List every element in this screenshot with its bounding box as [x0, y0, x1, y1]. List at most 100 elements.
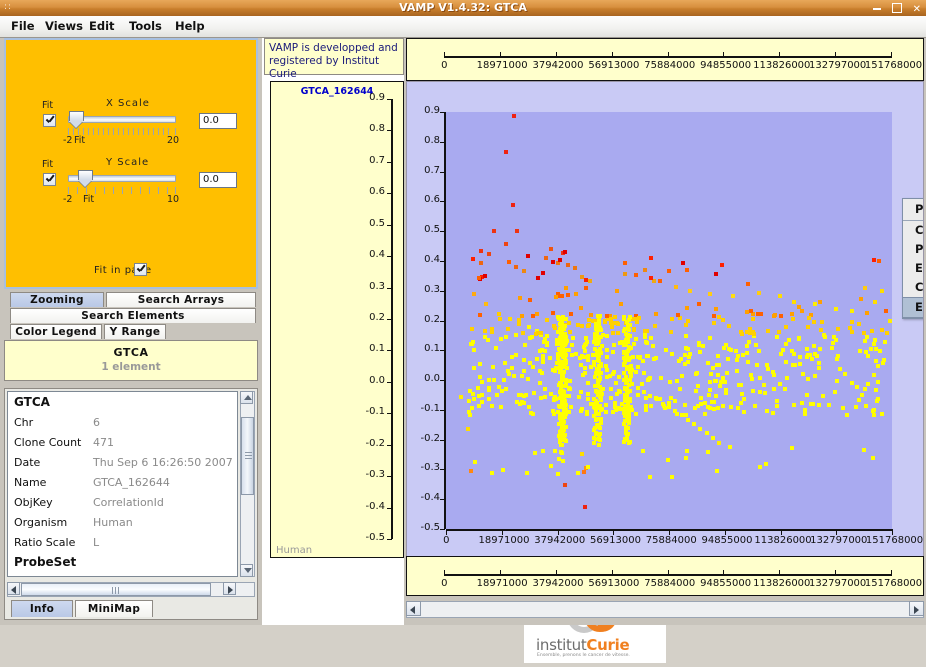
x-fit-checkbox[interactable]	[43, 114, 56, 127]
scatter-point[interactable]	[493, 345, 498, 350]
scatter-point[interactable]	[609, 396, 614, 401]
scatter-point[interactable]	[714, 393, 719, 398]
scatter-point[interactable]	[596, 443, 601, 448]
scatter-point[interactable]	[844, 412, 849, 417]
scatter-point[interactable]	[570, 352, 575, 357]
scatter-point[interactable]	[583, 286, 588, 291]
scatter-point[interactable]	[785, 376, 790, 381]
scatter-point[interactable]	[750, 330, 755, 335]
scatter-point[interactable]	[636, 393, 641, 398]
scatter-point[interactable]	[482, 273, 487, 278]
scatter-point[interactable]	[643, 332, 648, 337]
scroll-left-button[interactable]	[7, 582, 20, 595]
scatter-point[interactable]	[526, 253, 531, 258]
scatter-point[interactable]	[817, 403, 822, 408]
scatter-point[interactable]	[692, 405, 697, 410]
scatter-point[interactable]	[557, 258, 562, 263]
scatter-point[interactable]	[715, 406, 720, 411]
scatter-point[interactable]	[628, 333, 633, 338]
scatter-point[interactable]	[527, 324, 532, 329]
scatter-point[interactable]	[817, 300, 822, 305]
scatter-point[interactable]	[586, 391, 591, 396]
scatter-point[interactable]	[644, 408, 649, 413]
scatter-point[interactable]	[612, 404, 617, 409]
scatter-point[interactable]	[563, 414, 568, 419]
scatter-point[interactable]	[634, 273, 639, 278]
scatter-point[interactable]	[628, 405, 633, 410]
scatter-point[interactable]	[800, 371, 805, 376]
scatter-point[interactable]	[880, 288, 885, 293]
x-scale-slider[interactable]	[68, 116, 176, 123]
scatter-point[interactable]	[709, 371, 714, 376]
scatter-point[interactable]	[874, 387, 878, 392]
info-vertical-scrollbar[interactable]	[240, 391, 255, 577]
scatter-point[interactable]	[496, 311, 501, 316]
scatter-point[interactable]	[804, 346, 809, 351]
scatter-point[interactable]	[594, 335, 599, 340]
scatter-point[interactable]	[543, 395, 548, 400]
scatter-point[interactable]	[735, 406, 740, 411]
scatter-point[interactable]	[576, 322, 581, 327]
scatter-point[interactable]	[686, 355, 691, 360]
scatter-point[interactable]	[566, 321, 571, 326]
scatter-point[interactable]	[587, 278, 592, 283]
scatter-point[interactable]	[555, 472, 560, 477]
scatter-point[interactable]	[878, 348, 883, 353]
scatter-point[interactable]	[642, 371, 647, 376]
scatter-point[interactable]	[522, 400, 527, 405]
scatter-point[interactable]	[540, 270, 545, 275]
scatter-point[interactable]	[688, 288, 693, 293]
scatter-point[interactable]	[571, 336, 576, 341]
scatter-point[interactable]	[643, 395, 648, 400]
scatter-point[interactable]	[544, 343, 549, 348]
scatter-point[interactable]	[628, 378, 633, 383]
scatter-point[interactable]	[596, 383, 601, 388]
scatter-point[interactable]	[775, 398, 780, 403]
scatter-point[interactable]	[695, 383, 700, 388]
scatter-point[interactable]	[512, 113, 516, 118]
scatter-point[interactable]	[699, 395, 704, 400]
x-scale-value-field[interactable]: 0.0	[199, 113, 237, 129]
scatter-point[interactable]	[720, 318, 725, 323]
scatter-point[interactable]	[564, 316, 569, 321]
scatter-point[interactable]	[738, 330, 743, 335]
scatter-point[interactable]	[514, 333, 519, 338]
scatter-point[interactable]	[470, 391, 475, 396]
menu-item-edit[interactable]: Edit	[84, 19, 120, 34]
scatter-point[interactable]	[575, 471, 580, 476]
scatter-point[interactable]	[608, 320, 613, 325]
scatter-point[interactable]	[563, 407, 568, 412]
scatter-point[interactable]	[875, 379, 880, 384]
scatter-point[interactable]	[818, 328, 823, 333]
scatter-point[interactable]	[507, 316, 512, 321]
scatter-point[interactable]	[639, 382, 644, 387]
scatter-point[interactable]	[876, 259, 881, 263]
scatter-point[interactable]	[579, 323, 584, 328]
scatter-point[interactable]	[500, 467, 505, 472]
scatter-point[interactable]	[624, 381, 629, 386]
scatter-point[interactable]	[741, 353, 746, 358]
scatter-point[interactable]	[534, 356, 539, 361]
scatter-point[interactable]	[842, 372, 847, 376]
scatter-point[interactable]	[865, 381, 870, 386]
scatter-point[interactable]	[554, 295, 559, 300]
scatter-point[interactable]	[563, 364, 568, 369]
scatter-point[interactable]	[603, 410, 608, 415]
vertical-scroll-thumb[interactable]	[241, 417, 254, 495]
scatter-point[interactable]	[648, 393, 653, 398]
scatter-point[interactable]	[614, 380, 619, 385]
scatter-point[interactable]	[854, 384, 859, 389]
scatter-point[interactable]	[530, 364, 535, 369]
scatter-point[interactable]	[699, 402, 704, 407]
scatter-point[interactable]	[537, 381, 542, 386]
scatter-point[interactable]	[666, 458, 671, 463]
scatter-point[interactable]	[487, 377, 492, 382]
scatter-point[interactable]	[865, 311, 870, 316]
scatter-point[interactable]	[831, 340, 836, 345]
scatter-point[interactable]	[599, 370, 604, 375]
scatter-point[interactable]	[525, 470, 530, 475]
scatter-point[interactable]	[819, 319, 824, 324]
scatter-point[interactable]	[610, 331, 615, 336]
scatter-point[interactable]	[658, 278, 663, 283]
scatter-point[interactable]	[706, 449, 711, 454]
